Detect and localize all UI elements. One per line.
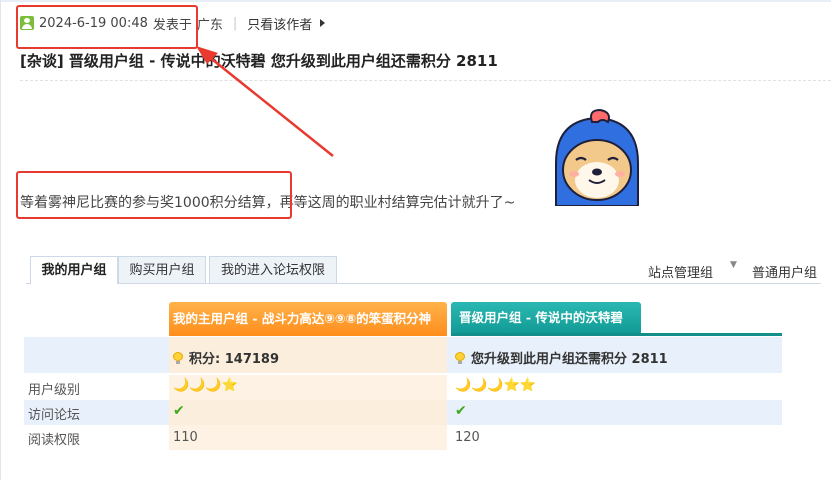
main-points: 积分: 147189 <box>189 352 279 367</box>
main-group-header: 我的主用户组 - 战斗力高达⑨⑨⑧的笨蛋积分神 <box>169 302 447 336</box>
lightbulb-icon <box>173 351 183 364</box>
shiba-mascot-sticker <box>555 108 639 206</box>
upgrade-read-value: 120 <box>455 430 480 445</box>
upgrade-points-cell: 您升级到此用户组还需积分 2811 <box>451 337 782 373</box>
only-author-link[interactable]: 只看该作者 <box>247 14 312 33</box>
main-level-cell: 🌙🌙🌙⭐ <box>169 375 447 400</box>
main-visit-cell: ✔ <box>169 400 447 425</box>
post-location: 广东 <box>196 17 223 33</box>
site-admin-group-link[interactable]: 站点管理组 <box>648 262 713 281</box>
normal-user-group-link[interactable]: 普通用户组 <box>752 262 817 281</box>
tab-my-usergroup[interactable]: 我的用户组 <box>30 256 118 284</box>
usergroup-tab-bar: 我的用户组 购买用户组 我的进入论坛权限 站点管理组 ▼ 普通用户组 <box>26 256 831 284</box>
table-row-visit: 访问论坛 ✔ ✔ <box>24 400 782 425</box>
moon-star-rank-icons: 🌙🌙🌙⭐ <box>173 378 238 393</box>
upgrade-visit-cell: ✔ <box>451 400 782 425</box>
annotation-box-text <box>16 171 292 219</box>
lightbulb-icon <box>455 351 465 364</box>
upgrade-points-needed: 您升级到此用户组还需积分 2811 <box>471 352 668 367</box>
left-border <box>0 0 1 480</box>
row-label-level: 用户级别 <box>28 383 81 398</box>
top-border <box>0 0 831 2</box>
table-row-read: 阅读权限 110 120 <box>24 425 782 450</box>
upgrade-group-header: 晋级用户组 - 传说中的沃特碧 <box>451 302 641 334</box>
table-row-level: 用户级别 🌙🌙🌙⭐ 🌙🌙🌙⭐⭐ <box>24 375 782 400</box>
thread-title: [杂谈] 晋级用户组 - 传说中的沃特碧 您升级到此用户组还需积分 2811 <box>20 52 498 70</box>
meta-separator: | <box>232 15 238 31</box>
row-label-read: 阅读权限 <box>28 433 81 448</box>
row-label-visit: 访问论坛 <box>28 408 81 423</box>
upgrade-read-cell: 120 <box>451 425 782 450</box>
chevron-down-icon[interactable]: ▼ <box>730 260 737 270</box>
tab-forum-permissions[interactable]: 我的进入论坛权限 <box>209 256 337 283</box>
main-read-value: 110 <box>173 430 198 445</box>
check-icon: ✔ <box>455 403 467 419</box>
upgrade-level-cell: 🌙🌙🌙⭐⭐ <box>451 375 782 400</box>
tab-buy-usergroup[interactable]: 购买用户组 <box>118 256 206 283</box>
play-arrow-icon[interactable] <box>320 19 326 27</box>
upgrade-header-underline <box>451 333 782 336</box>
annotation-box-date <box>16 5 198 49</box>
moon-star-rank-icons: 🌙🌙🌙⭐⭐ <box>455 378 536 393</box>
check-icon: ✔ <box>173 403 185 419</box>
title-divider <box>20 80 831 81</box>
main-points-cell: 积分: 147189 <box>169 337 447 373</box>
main-read-cell: 110 <box>169 425 447 450</box>
points-row: 积分: 147189 您升级到此用户组还需积分 2811 <box>24 337 782 373</box>
